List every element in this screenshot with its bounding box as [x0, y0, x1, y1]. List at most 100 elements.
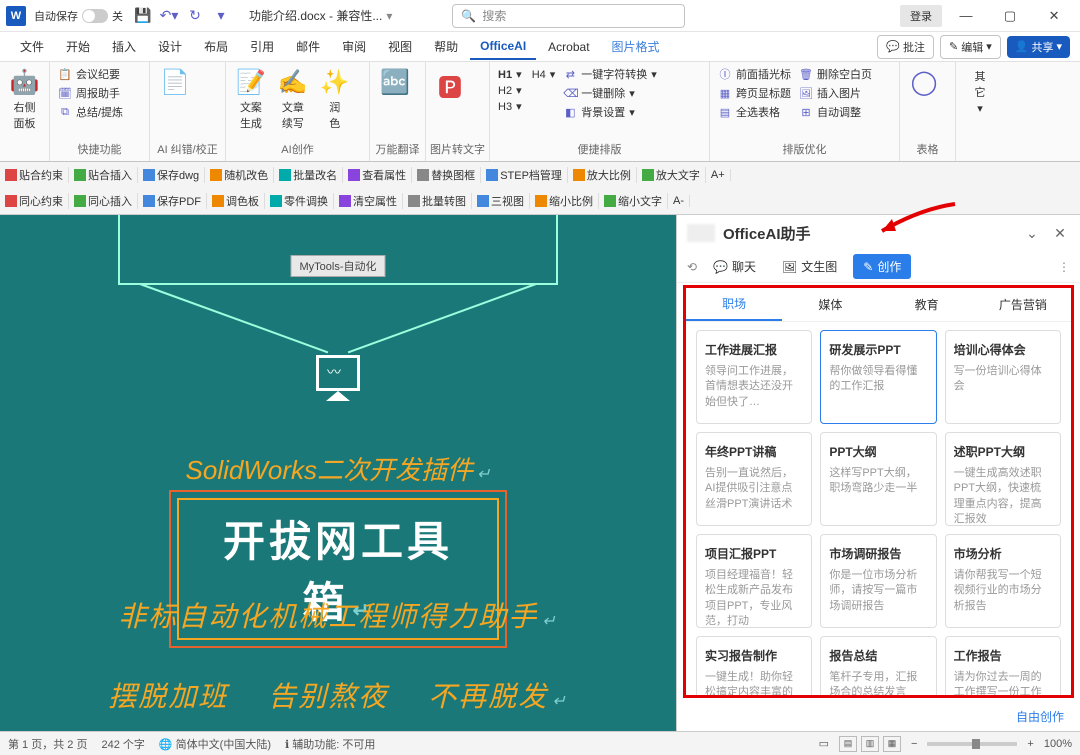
template-card-3[interactable]: 年终PPT讲稿告别一直说然后，AI提供吸引注意点丝滑PPT演讲话术	[696, 432, 812, 526]
zoom-slider[interactable]	[927, 742, 1017, 746]
weekly-report-button[interactable]: 🗓周报助手	[58, 85, 123, 101]
ai-proofread-button[interactable]: 📄	[154, 64, 196, 101]
tab-chat[interactable]: 💬聊天	[703, 254, 766, 279]
page-indicator[interactable]: 第 1 页，共 2 页	[8, 736, 87, 752]
toggle-off-icon[interactable]	[82, 9, 108, 23]
plugin-STEP档管理[interactable]: STEP档管理	[481, 167, 568, 183]
web-layout-view[interactable]: ▦	[883, 736, 901, 752]
focus-mode-icon[interactable]: ▭	[819, 737, 829, 750]
edit-mode-button[interactable]: ✎ 编辑 ▾	[940, 35, 1001, 59]
login-button[interactable]: 登录	[900, 5, 942, 27]
img2text-button[interactable]: 🅿	[430, 64, 470, 107]
search-input[interactable]: 🔍 搜索	[452, 4, 685, 28]
bg-settings-button[interactable]: ◧背景设置 ▾	[563, 104, 657, 120]
polish-button[interactable]: ✨润 色	[314, 64, 356, 135]
word-count[interactable]: 242 个字	[101, 736, 144, 752]
plugin-同心约束[interactable]: 同心约束	[0, 193, 69, 209]
plugin-批量转图[interactable]: 批量转图	[403, 193, 472, 209]
zoom-in-button[interactable]: +	[1027, 738, 1033, 750]
tab-view[interactable]: 视图	[378, 33, 422, 60]
language-indicator[interactable]: 🌐 简体中文(中国大陆)	[159, 736, 271, 752]
tab-help[interactable]: 帮助	[424, 33, 468, 60]
tab-text2img[interactable]: 🖼文生图	[772, 254, 847, 279]
tab-review[interactable]: 审阅	[332, 33, 376, 60]
pane-close-button[interactable]: ✕	[1050, 225, 1070, 242]
plugin-零件调换[interactable]: 零件调换	[265, 193, 334, 209]
tab-picture-format[interactable]: 图片格式	[602, 33, 670, 60]
other-button[interactable]: 其 它▾	[960, 64, 1000, 119]
pane-refresh-icon[interactable]: ⟲	[687, 260, 697, 274]
redo-icon[interactable]: ↻	[187, 8, 203, 24]
zoom-level[interactable]: 100%	[1044, 738, 1072, 750]
document-canvas[interactable]: MyTools-自动化 SolidWorks二次开发插件↵ 开拔网工具箱↵ 非标…	[0, 215, 676, 731]
read-mode-view[interactable]: ▥	[861, 736, 879, 752]
continue-write-button[interactable]: ✍文章 续写	[272, 64, 314, 135]
side-panel-button[interactable]: 🤖右侧 面板	[4, 64, 45, 135]
comments-button[interactable]: 💬 批注	[877, 35, 934, 59]
template-card-0[interactable]: 工作进展汇报领导问工作进展，首情想表达还没开始但快了…	[696, 330, 812, 424]
tab-file[interactable]: 文件	[10, 33, 54, 60]
meeting-notes-button[interactable]: 📋会议纪要	[58, 66, 123, 82]
tab-layout[interactable]: 布局	[194, 33, 238, 60]
save-icon[interactable]: 💾	[135, 8, 151, 24]
plugin-保存dwg[interactable]: 保存dwg	[138, 167, 205, 183]
tab-design[interactable]: 设计	[148, 33, 192, 60]
tab-officeai[interactable]: OfficeAI	[470, 34, 536, 60]
cat-media[interactable]: 媒体	[782, 288, 878, 321]
tab-references[interactable]: 引用	[240, 33, 284, 60]
font-decrease[interactable]: A-	[668, 195, 690, 207]
restore-button[interactable]: ▢	[990, 2, 1030, 30]
tab-insert[interactable]: 插入	[102, 33, 146, 60]
free-create-button[interactable]: 自由创作	[677, 702, 1080, 731]
cat-ads[interactable]: 广告营销	[975, 288, 1071, 321]
template-card-8[interactable]: 市场分析请你帮我写一个短视频行业的市场分析报告	[945, 534, 1061, 628]
plugin-贴合约束[interactable]: 贴合约束	[0, 167, 69, 183]
plugin-替换图框[interactable]: 替换图框	[412, 167, 481, 183]
tab-acrobat[interactable]: Acrobat	[538, 35, 599, 59]
char-convert-button[interactable]: ⇄一键字符转换 ▾	[563, 66, 657, 82]
translate-button[interactable]: 🔤	[374, 64, 416, 101]
chevron-down-icon[interactable]: ▾	[386, 9, 392, 23]
font-increase[interactable]: A+	[706, 169, 731, 181]
template-card-9[interactable]: 实习报告制作一键生成！助你轻松搞定内容丰富的实习报告，提升实习	[696, 636, 812, 695]
tables-button[interactable]: ◯	[904, 64, 944, 101]
plugin-放大文字[interactable]: 放大文字	[637, 167, 706, 183]
template-card-10[interactable]: 报告总结笔杆子专用，汇报场合的总结发言	[820, 636, 936, 695]
plugin-同心插入[interactable]: 同心插入	[69, 193, 138, 209]
tab-create[interactable]: ✎创作	[853, 254, 911, 279]
template-card-6[interactable]: 项目汇报PPT项目经理福音！轻松生成新产品发布项目PPT，专业风范，打动	[696, 534, 812, 628]
plugin-缩小文字[interactable]: 缩小文字	[599, 193, 668, 209]
pane-more-icon[interactable]: ⋮	[1058, 260, 1070, 274]
insert-image-button[interactable]: 🖼插入图片	[799, 85, 872, 101]
plugin-放大比例[interactable]: 放大比例	[568, 167, 637, 183]
template-card-5[interactable]: 述职PPT大纲一键生成高效述职PPT大纲，快速梳理重点内容，提高汇报效	[945, 432, 1061, 526]
close-button[interactable]: ✕	[1034, 2, 1074, 30]
undo-icon[interactable]: ↶▾	[161, 8, 177, 24]
select-all-tables-button[interactable]: ▤全选表格	[718, 104, 791, 120]
autosave-toggle[interactable]: 自动保存 关	[34, 8, 123, 24]
plugin-贴合插入[interactable]: 贴合插入	[69, 167, 138, 183]
minimize-button[interactable]: —	[946, 2, 986, 30]
zoom-out-button[interactable]: −	[911, 738, 917, 750]
template-card-4[interactable]: PPT大纲这样写PPT大纲，职场弯路少走一半	[820, 432, 936, 526]
cat-education[interactable]: 教育	[879, 288, 975, 321]
plugin-随机改色[interactable]: 随机改色	[205, 167, 274, 183]
h3-button[interactable]: H3 ▾	[498, 100, 555, 113]
plugin-保存PDF[interactable]: 保存PDF	[138, 193, 207, 209]
qat-dropdown-icon[interactable]: ▾	[213, 8, 229, 24]
cat-workplace[interactable]: 职场	[686, 288, 782, 321]
h2-button[interactable]: H2 ▾	[498, 84, 555, 97]
summarize-button[interactable]: ⧉总结/提炼	[58, 104, 123, 120]
template-card-11[interactable]: 工作报告请为你过去一周的工作撰写一份工作报告	[945, 636, 1061, 695]
h1-button[interactable]: H1 ▾ H4 ▾	[498, 68, 555, 81]
plugin-调色板[interactable]: 调色板	[207, 193, 265, 209]
insert-cursor-button[interactable]: Ⓘ前面插光标	[718, 66, 791, 82]
template-card-2[interactable]: 培训心得体会写一份培训心得体会	[945, 330, 1061, 424]
template-card-1[interactable]: 研发展示PPT帮你做领导看得懂的工作汇报	[820, 330, 936, 424]
plugin-查看属性[interactable]: 查看属性	[343, 167, 412, 183]
print-layout-view[interactable]: ▤	[839, 736, 857, 752]
one-key-delete-button[interactable]: ⌫一键删除 ▾	[563, 85, 657, 101]
template-card-7[interactable]: 市场调研报告你是一位市场分析师，请按写一篇市场调研报告	[820, 534, 936, 628]
plugin-批量改名[interactable]: 批量改名	[274, 167, 343, 183]
plugin-缩小比例[interactable]: 缩小比例	[530, 193, 599, 209]
